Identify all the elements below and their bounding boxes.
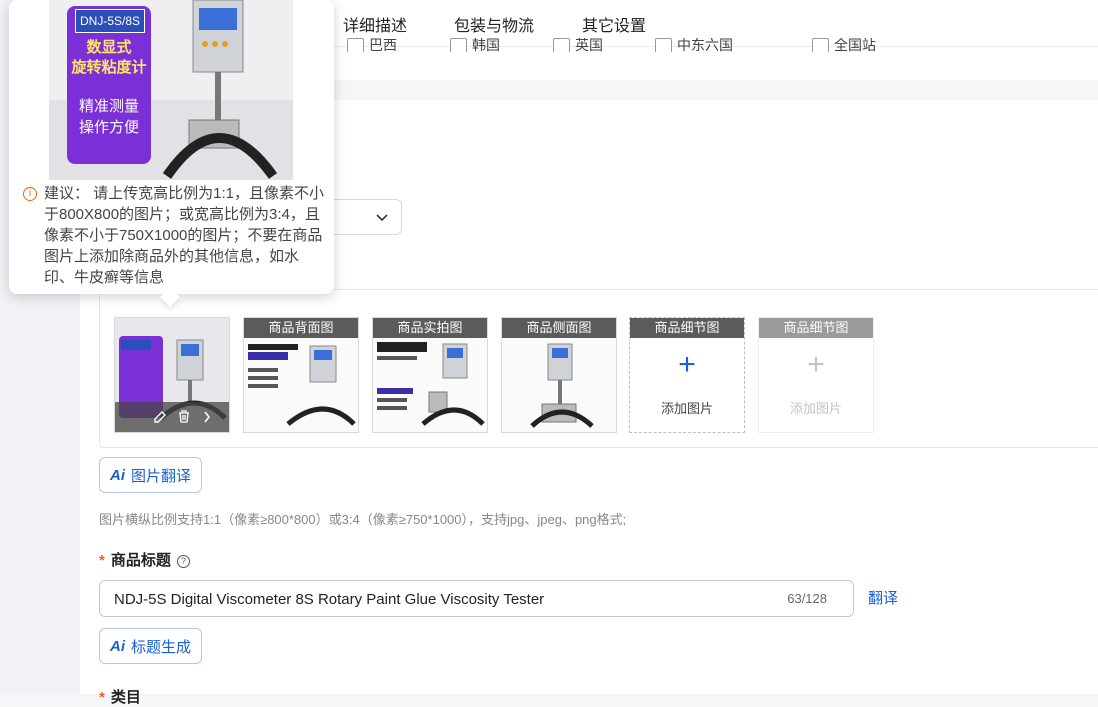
required-mark: *: [99, 689, 105, 706]
image-format-hint: 图片横纵比例支持1:1（像素≥800*800）或3:4（像素≥750*1000）…: [99, 512, 627, 527]
checkbox-label: 韩国: [472, 38, 500, 52]
required-mark: *: [99, 552, 105, 569]
product-tagline-line2: 操作方便: [78, 119, 139, 136]
back-image-thumbnail[interactable]: 商品背面图: [243, 317, 359, 433]
add-image-label: 添加图片: [660, 401, 713, 416]
info-icon: i: [23, 187, 37, 201]
ai-image-translate-button[interactable]: Ai 图片翻译: [99, 457, 203, 493]
real-shot-image-thumbnail[interactable]: 商品实拍图: [372, 317, 488, 433]
product-headline: 数显式 旋转粘度计: [67, 38, 151, 78]
ai-icon: Ai: [110, 637, 125, 655]
product-image: [244, 338, 358, 432]
tab-detail-description[interactable]: 详细描述: [343, 12, 407, 36]
trash-icon[interactable]: [177, 409, 191, 424]
ai-icon: Ai: [110, 466, 125, 484]
char-count: 63/128: [787, 591, 827, 606]
main-image-thumbnail[interactable]: [114, 317, 230, 433]
ai-title-generate-label: 标题生成: [131, 638, 192, 656]
product-title-input[interactable]: NDJ-5S Digital Viscometer 8S Rotary Pain…: [99, 580, 854, 617]
product-image: [502, 338, 616, 432]
checkbox-middle-east[interactable]: [655, 38, 672, 52]
image-toolbar: [115, 402, 229, 432]
plus-icon: +: [678, 348, 696, 381]
checkbox-label: 全国站: [834, 38, 876, 52]
checkbox-korea[interactable]: [450, 38, 467, 52]
checkbox-label: 巴西: [369, 38, 397, 52]
help-icon[interactable]: ?: [176, 555, 190, 568]
plus-icon: +: [807, 348, 825, 381]
tooltip-preview-image: DNJ-5S/8S 数显式 旋转粘度计 精准测量 操作方便: [49, 0, 293, 180]
edit-icon[interactable]: [153, 410, 167, 424]
product-headline-line2: 旋转粘度计: [71, 59, 147, 76]
add-detail-image-slot-disabled: 商品细节图 + 添加图片: [758, 317, 874, 433]
category-label: * 类目: [99, 686, 141, 707]
product-headline-line1: 数显式: [86, 39, 132, 56]
tab-packaging-logistics[interactable]: 包装与物流: [454, 12, 534, 36]
site-checkbox-row: 巴西 韩国 英国 中东六国 全国站: [345, 38, 905, 52]
product-title-label-text: 商品标题: [110, 552, 171, 569]
image-slot-header: 商品细节图: [630, 318, 744, 338]
product-tagline: 精准测量 操作方便: [67, 96, 151, 138]
ai-title-generate-button[interactable]: Ai 标题生成: [99, 628, 203, 664]
product-image: [373, 338, 487, 432]
tab-other-settings[interactable]: 其它设置: [582, 12, 646, 36]
product-tagline-line1: 精准测量: [78, 98, 139, 115]
chevron-right-icon[interactable]: [203, 411, 211, 423]
checkbox-uk[interactable]: [553, 38, 570, 52]
checkbox-brazil[interactable]: [347, 38, 364, 52]
image-slot-header: 商品细节图: [759, 318, 873, 338]
checkbox-label: 英国: [575, 38, 603, 52]
product-title-label: * 商品标题?: [99, 549, 190, 570]
category-label-text: 类目: [110, 689, 141, 706]
image-slot-header: 商品侧面图: [502, 318, 616, 338]
checkbox-label: 中东六国: [677, 38, 733, 52]
translate-link[interactable]: 翻译: [868, 587, 898, 608]
product-title-value: NDJ-5S Digital Viscometer 8S Rotary Pain…: [114, 591, 545, 608]
add-image-label: 添加图片: [789, 401, 842, 416]
chevron-down-icon: [376, 214, 388, 222]
tooltip-suggestion-text: 建议： 请上传宽高比例为1:1，且像素不小于800X800的图片；或宽高比例为3…: [44, 185, 325, 286]
checkbox-all-sites[interactable]: [812, 38, 829, 52]
add-detail-image-slot[interactable]: 商品细节图 + 添加图片: [629, 317, 745, 433]
product-model-badge: DNJ-5S/8S: [75, 9, 145, 33]
side-image-thumbnail[interactable]: 商品侧面图: [501, 317, 617, 433]
image-slot-header: 商品背面图: [244, 318, 358, 338]
image-suggestion-tooltip: DNJ-5S/8S 数显式 旋转粘度计 精准测量 操作方便 i 建议： 请上传宽…: [9, 0, 334, 307]
ai-image-translate-label: 图片翻译: [131, 467, 192, 485]
image-slot-header: 商品实拍图: [373, 318, 487, 338]
